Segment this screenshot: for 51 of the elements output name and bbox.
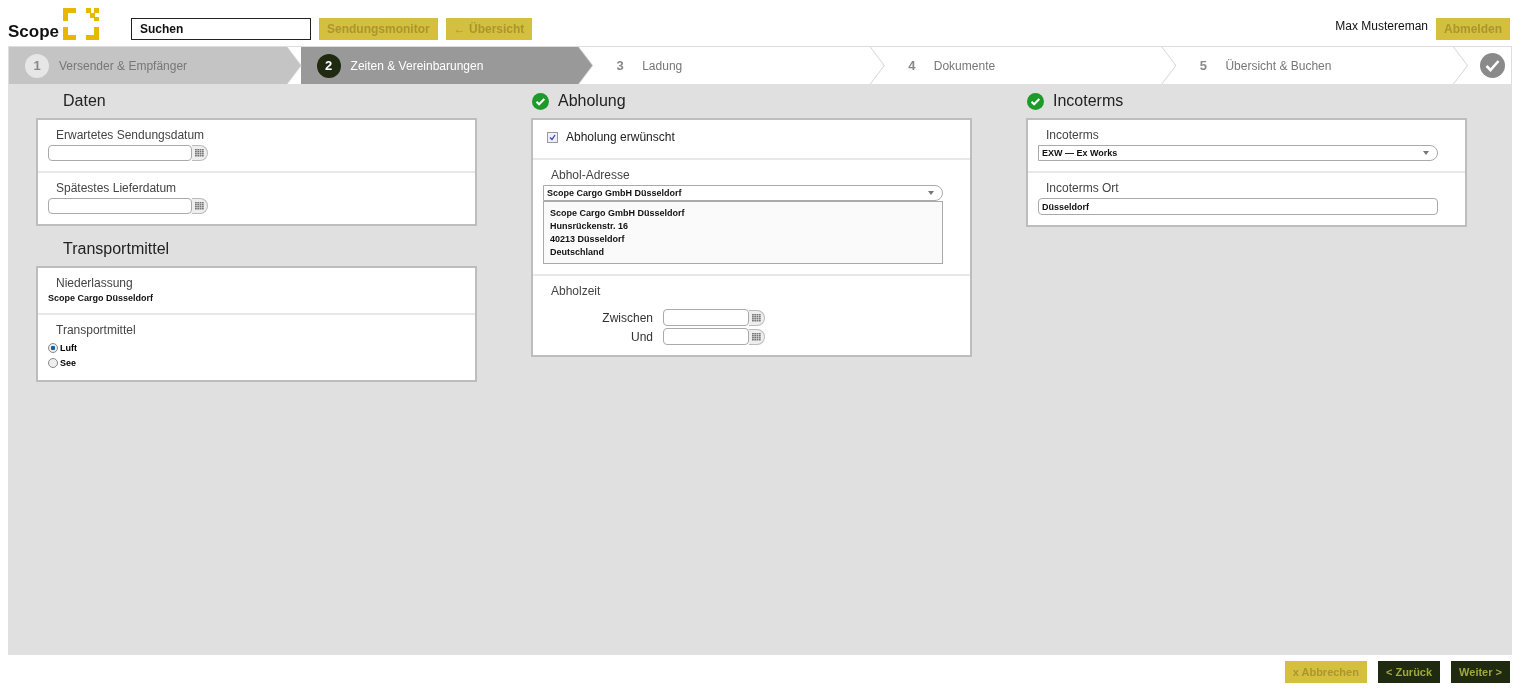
time-field[interactable]: [663, 309, 749, 326]
field-label: Niederlassung: [56, 276, 134, 290]
radio-button[interactable]: [48, 357, 58, 368]
date-field[interactable]: [48, 145, 192, 161]
field-label: Incoterms: [1046, 128, 1100, 142]
input-field[interactable]: Düsseldorf: [1038, 198, 1438, 215]
address-line: Scope Cargo GmbH Düsseldorf: [550, 207, 686, 219]
check-circle-icon: [532, 92, 549, 110]
caret-icon: [928, 191, 934, 195]
field-value: Scope Cargo Düsseldorf: [48, 293, 155, 303]
user-name: Max Mustereman: [1335, 19, 1428, 33]
field-label: Abholzeit: [551, 284, 602, 298]
address-line: Deutschland: [550, 246, 605, 258]
step-tab[interactable]: 1 Versender & Empfänger: [9, 47, 301, 84]
calendar-icon: [752, 332, 761, 341]
address-line: Hunsrückenstr. 16: [550, 220, 630, 232]
calendar-button[interactable]: [192, 198, 208, 214]
field-label: Abhol-Adresse: [551, 168, 631, 182]
field-label: Spätestes Lieferdatum: [56, 181, 178, 195]
checkbox[interactable]: [547, 131, 558, 143]
check-circle-icon: [1027, 92, 1044, 110]
calendar-icon: [195, 149, 204, 157]
search-field[interactable]: Suchen: [131, 18, 311, 40]
checkbox-label: Abholung erwünscht: [566, 130, 675, 144]
time-field[interactable]: [663, 328, 749, 345]
calendar-icon: [752, 313, 761, 322]
section-title: Incoterms: [1053, 92, 1124, 110]
next-button[interactable]: Weiter >: [1451, 660, 1510, 683]
field-label: Incoterms Ort: [1046, 181, 1120, 195]
calendar-button[interactable]: [192, 145, 208, 161]
time-label: Und: [630, 329, 653, 344]
calendar-button[interactable]: [749, 309, 765, 326]
radio-label: See: [60, 357, 76, 368]
section-title: Abholung: [558, 92, 626, 110]
time-label: Zwischen: [601, 310, 653, 325]
back-button[interactable]: < Zurück: [1377, 660, 1441, 683]
radio-label: Luft: [60, 342, 77, 353]
radio-button[interactable]: [48, 342, 58, 353]
caret-icon: [1423, 151, 1429, 155]
calendar-icon: [195, 202, 204, 210]
section-title: Daten: [63, 92, 106, 110]
check-circle-icon: [1479, 53, 1505, 78]
date-field[interactable]: [48, 198, 192, 214]
section-title: Transportmittel: [63, 240, 170, 258]
logo-icon: [63, 8, 100, 40]
calendar-button[interactable]: [749, 328, 765, 345]
step-tab[interactable]: 2 Zeiten & Vereinbarungen: [300, 47, 593, 84]
field-label: Transportmittel: [56, 323, 137, 337]
logo-text: Scope: [8, 23, 60, 40]
field-label: Erwartetes Sendungsdatum: [56, 128, 206, 142]
address-line: 40213 Düsseldorf: [550, 233, 626, 245]
